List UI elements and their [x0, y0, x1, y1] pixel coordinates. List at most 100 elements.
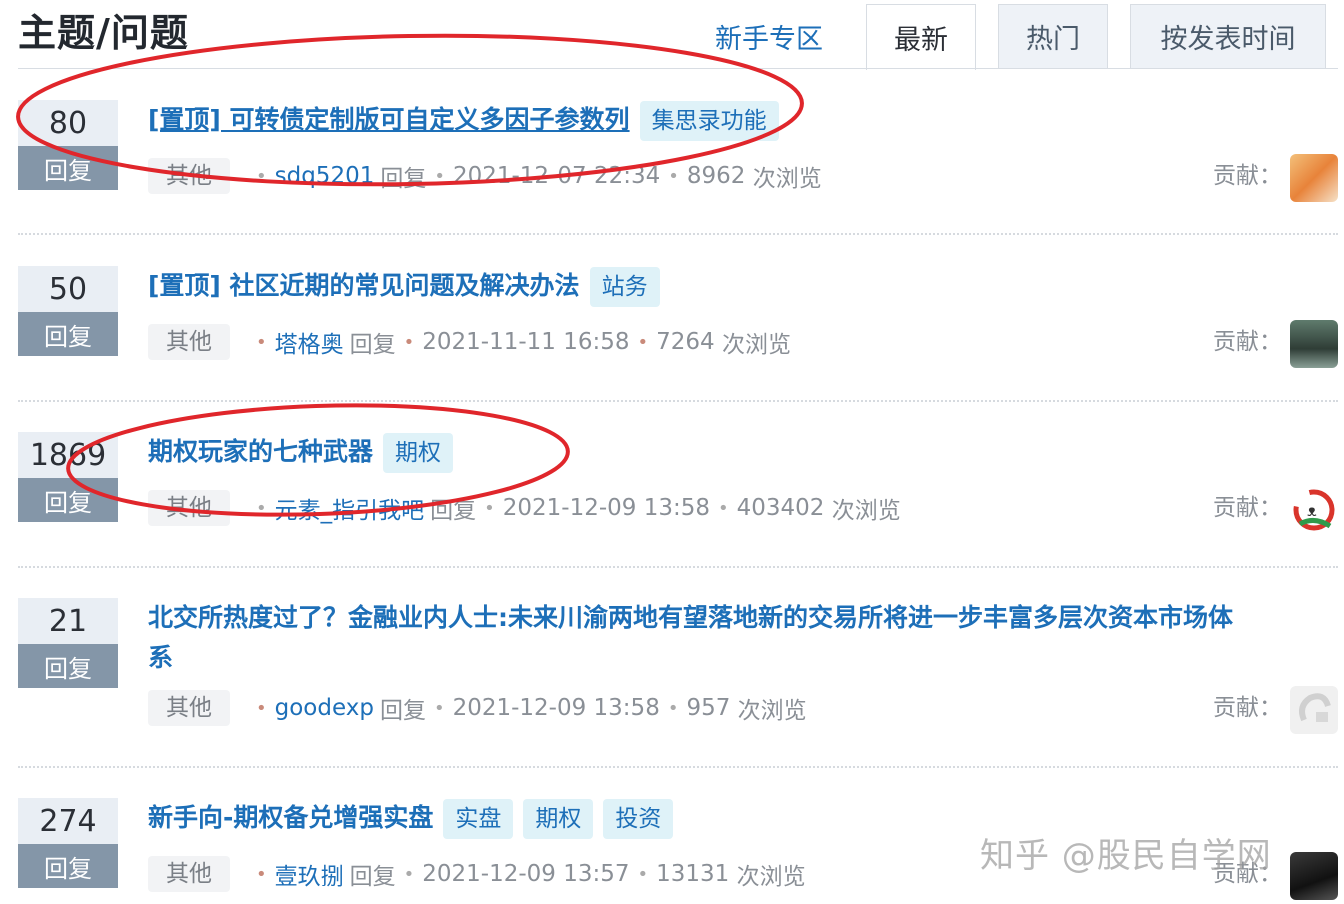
topic-title-link[interactable]: 北交所热度过了？金融业内人士:未来川渝两地有望落地新的交易所将进一步丰富多层次资…	[148, 603, 1233, 672]
user-link[interactable]: 元素_指引我吧	[275, 491, 425, 525]
meta-dot: •	[434, 165, 445, 187]
reply-count: 274	[18, 798, 118, 844]
topic-title-link[interactable]: 期权玩家的七种武器	[148, 437, 373, 466]
meta-dot: •	[256, 497, 267, 519]
contributor-avatar[interactable]	[1290, 686, 1338, 734]
meta-dot: •	[433, 697, 445, 719]
meta-dot: •	[256, 331, 267, 353]
tab-latest[interactable]: 最新	[866, 4, 976, 70]
contributor-avatar[interactable]: ᴥ	[1290, 486, 1338, 534]
reply-count: 50	[18, 266, 118, 312]
meta-dot: •	[256, 863, 267, 885]
topic-tag[interactable]: 站务	[589, 267, 660, 307]
reply-count-label: 回复	[18, 146, 118, 190]
topic-meta: 其他 • sdq5201 回复 • 2021-12-07 22:34 • 896…	[148, 158, 822, 194]
contributor-avatar[interactable]	[1290, 852, 1338, 900]
view-suffix: 次浏览	[831, 498, 901, 524]
post-time: 2021-12-09 13:58	[452, 695, 660, 721]
reply-count: 1869	[18, 432, 118, 478]
tab-hot[interactable]: 热门	[998, 4, 1108, 68]
meta-dot: •	[668, 165, 679, 187]
meta-dot: •	[637, 331, 649, 353]
topic-title-link[interactable]: [置顶] 可转债定制版可自定义多因子参数列	[148, 105, 630, 134]
meta-dot: •	[718, 497, 729, 519]
category-badge[interactable]: 其他	[148, 158, 230, 194]
meta-dot: •	[256, 165, 267, 187]
action-text: 回复	[380, 166, 427, 192]
topic-meta: 其他 • 壹玖捌 回复 • 2021-12-09 13:57 • 13131 次…	[148, 856, 806, 892]
topic-tag[interactable]: 投资	[603, 799, 674, 839]
category-badge[interactable]: 其他	[148, 490, 230, 526]
action-text: 回复	[379, 698, 426, 724]
contributor-avatar[interactable]	[1290, 154, 1338, 202]
action-text: 回复	[430, 498, 477, 524]
topic-title-line: [置顶] 可转债定制版可自定义多因子参数列 集思录功能	[148, 100, 1254, 141]
topic-title-link[interactable]: 新手向-期权备兑增强实盘	[148, 803, 433, 832]
view-count: 13131	[656, 861, 730, 887]
post-time: 2021-12-09 13:58	[502, 495, 711, 521]
reply-count-label: 回复	[18, 644, 118, 688]
reply-count-box: 50 回复	[18, 266, 118, 356]
contributor-label: 贡献：	[1213, 329, 1282, 355]
post-time: 2021-11-11 16:58	[422, 329, 630, 355]
topic-title-link[interactable]: [置顶] 社区近期的常见问题及解决办法	[148, 271, 580, 300]
row-divider	[18, 233, 1338, 235]
topic-meta: 其他 • 塔格奥 回复 • 2021-11-11 16:58 • 7264 次浏…	[148, 324, 791, 360]
tab-by-post-time[interactable]: 按发表时间	[1130, 4, 1326, 68]
view-suffix: 次浏览	[737, 698, 807, 724]
topic-title-line: [置顶] 社区近期的常见问题及解决办法 站务	[148, 266, 1254, 307]
view-count: 8962	[686, 163, 746, 189]
meta-dot: •	[403, 331, 415, 353]
topic-meta: 其他 • goodexp 回复 • 2021-12-09 13:58 • 957…	[148, 690, 807, 726]
topic-title-line: 期权玩家的七种武器 期权	[148, 432, 1254, 473]
topic-meta: 其他 • 元素_指引我吧 回复 • 2021-12-09 13:58 • 403…	[148, 490, 901, 526]
view-suffix: 次浏览	[752, 166, 822, 192]
reply-count-box: 1869 回复	[18, 432, 118, 522]
contributor-label: 贡献：	[1213, 495, 1282, 521]
tab-newbie-zone[interactable]: 新手专区	[700, 4, 838, 68]
category-badge[interactable]: 其他	[148, 324, 230, 360]
post-time: 2021-12-07 22:34	[452, 163, 661, 189]
topic-tag[interactable]: 实盘	[443, 799, 514, 839]
reply-count-label: 回复	[18, 312, 118, 356]
topic-title-line: 北交所热度过了？金融业内人士:未来川渝两地有望落地新的交易所将进一步丰富多层次资…	[148, 598, 1254, 678]
topic-tag[interactable]: 期权	[523, 799, 594, 839]
view-suffix: 次浏览	[736, 864, 806, 890]
contributor-avatar[interactable]	[1290, 320, 1338, 368]
avatar-placeholder-icon	[1299, 693, 1331, 722]
topic-tag[interactable]: 集思录功能	[639, 101, 779, 141]
tab-divider	[18, 68, 1338, 69]
action-text: 回复	[349, 864, 396, 890]
topic-tag[interactable]: 期权	[383, 433, 454, 473]
user-link[interactable]: goodexp	[275, 695, 374, 721]
reply-count: 21	[18, 598, 118, 644]
row-divider	[18, 566, 1338, 568]
view-count: 7264	[656, 329, 715, 355]
meta-dot: •	[256, 697, 267, 719]
action-text: 回复	[349, 332, 396, 358]
svg-text:ᴥ: ᴥ	[1307, 501, 1317, 520]
meta-dot: •	[403, 863, 415, 885]
reply-count-box: 21 回复	[18, 598, 118, 688]
watermark-text: 知乎 @股民自学网	[980, 836, 1272, 876]
view-count: 403402	[736, 495, 825, 521]
avatar-logo-icon: ᴥ	[1293, 489, 1335, 531]
meta-dot: •	[637, 863, 649, 885]
user-link[interactable]: 塔格奥	[275, 325, 344, 359]
category-badge[interactable]: 其他	[148, 856, 230, 892]
view-count: 957	[686, 695, 731, 721]
contributor-label: 贡献：	[1213, 163, 1282, 189]
category-badge[interactable]: 其他	[148, 690, 230, 726]
reply-count-box: 80 回复	[18, 100, 118, 190]
post-time: 2021-12-09 13:57	[422, 861, 630, 887]
user-link[interactable]: 壹玖捌	[275, 857, 344, 891]
reply-count-label: 回复	[18, 478, 118, 522]
view-suffix: 次浏览	[722, 332, 791, 358]
user-link[interactable]: sdq5201	[275, 163, 375, 189]
meta-dot: •	[667, 697, 679, 719]
topic-tabs: 新手专区 最新 热门 按发表时间	[0, 0, 1344, 70]
row-divider	[18, 766, 1338, 768]
reply-count-label: 回复	[18, 844, 118, 888]
row-divider	[18, 400, 1338, 402]
reply-count: 80	[18, 100, 118, 146]
